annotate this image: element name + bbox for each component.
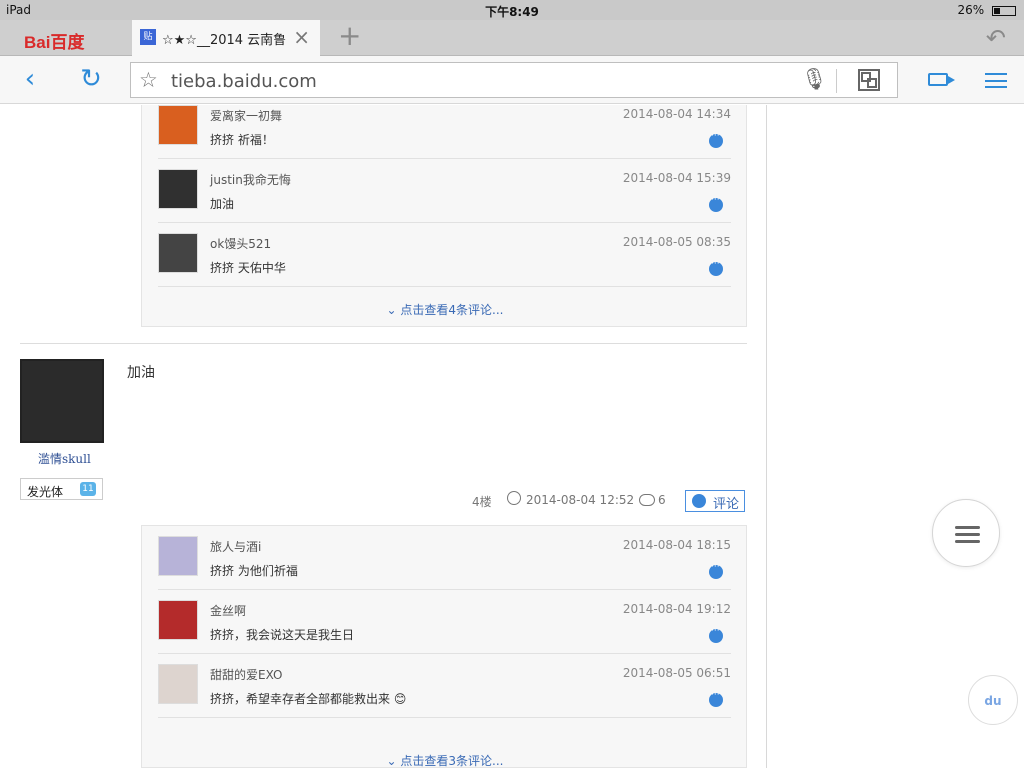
comment-button-label[interactable]: 评论: [713, 493, 739, 512]
video-camera-icon[interactable]: [928, 73, 955, 86]
menu-line-icon: [955, 540, 980, 543]
emoji-icon: 😊: [393, 692, 407, 706]
tieba-content: 爱离家一初舞 2014-08-04 14:34 挤挤 祈福！ justin我命无…: [0, 105, 1024, 768]
post-content: 加油: [127, 365, 155, 381]
comment-author[interactable]: ok馒头521: [210, 235, 271, 252]
comment-time: 2014-08-05 06:51: [622, 666, 731, 680]
post-author-avatar[interactable]: [20, 359, 104, 443]
comment-text: 挤挤，希望幸存者全部都能救出来 😊: [210, 692, 407, 706]
comment-item: 旅人与酒i 2014-08-04 18:15 挤挤 为他们祈福: [158, 526, 731, 590]
view-more-comments-link[interactable]: ⌄ 点击查看4条评论...: [142, 301, 748, 318]
comment-avatar[interactable]: [158, 600, 198, 640]
active-tab-title[interactable]: ☆★☆__2014 云南鲁: [162, 29, 292, 48]
reply-bubble-icon[interactable]: [709, 690, 723, 707]
menu-line-icon: [955, 526, 980, 529]
refresh-icon[interactable]: ↻: [76, 64, 106, 94]
level-number: 11: [80, 482, 96, 496]
battery-status: 26%: [957, 3, 1016, 17]
microphone-icon[interactable]: 🎙: [801, 67, 828, 92]
post-separator: [20, 343, 747, 344]
comment-button[interactable]: 评论: [685, 490, 745, 512]
address-divider: [836, 69, 837, 93]
url-text[interactable]: tieba.baidu.com: [171, 71, 317, 92]
comment-author[interactable]: 甜甜的爱EXO: [210, 666, 282, 683]
reply-bubble-icon[interactable]: [709, 195, 723, 212]
ios-status-bar: iPad 下午8:49 26%: [0, 0, 1024, 20]
comment-item: 甜甜的爱EXO 2014-08-05 06:51 挤挤，希望幸存者全部都能救出来…: [158, 654, 731, 718]
comment-avatar[interactable]: [158, 105, 198, 145]
chevron-down-icon: ⌄: [386, 303, 401, 317]
comment-text: 挤挤，我会说这天是我生日: [210, 628, 355, 642]
comment-avatar[interactable]: [158, 169, 198, 209]
reply-bubble-icon[interactable]: [709, 131, 723, 148]
right-column-divider: [766, 105, 767, 768]
comment-item: 金丝啊 2014-08-04 19:12 挤挤，我会说这天是我生日: [158, 590, 731, 654]
level-title: 发光体: [27, 485, 64, 499]
bottom-comment-box: 旅人与酒i 2014-08-04 18:15 挤挤 为他们祈福 金丝啊 2014…: [141, 525, 747, 768]
comment-time: 2014-08-04 14:34: [622, 107, 731, 121]
comment-text: 挤挤 为他们祈福: [210, 564, 298, 578]
comment-time: 2014-08-04 19:12: [622, 602, 731, 616]
qr-code-icon[interactable]: [858, 69, 880, 91]
battery-percent: 26%: [957, 3, 985, 17]
comment-count-icon: [639, 494, 655, 506]
comment-avatar[interactable]: [158, 536, 198, 576]
close-tab-icon[interactable]: ×: [293, 25, 310, 49]
comment-time: 2014-08-05 08:35: [622, 235, 731, 249]
clock-icon: [507, 491, 521, 505]
new-tab-plus-icon[interactable]: +: [338, 21, 361, 51]
back-gesture-icon[interactable]: ↶: [986, 24, 1006, 52]
comment-author[interactable]: justin我命无悔: [210, 171, 291, 188]
comment-item: ok馒头521 2014-08-05 08:35 挤挤 天佑中华: [158, 223, 731, 287]
back-icon[interactable]: ‹: [15, 64, 45, 94]
comment-text: 挤挤 天佑中华: [210, 261, 286, 275]
reply-bubble-icon[interactable]: [709, 626, 723, 643]
browser-menu-icon[interactable]: [985, 73, 1007, 88]
tieba-favicon-icon: 贴: [140, 29, 156, 45]
comment-author[interactable]: 旅人与酒i: [210, 538, 261, 555]
comment-avatar[interactable]: [158, 233, 198, 273]
comment-author[interactable]: 爱离家一初舞: [210, 107, 282, 124]
reply-bubble-icon[interactable]: [709, 259, 723, 276]
baidu-paw-floating-icon[interactable]: du: [968, 675, 1018, 725]
top-comment-box: 爱离家一初舞 2014-08-04 14:34 挤挤 祈福！ justin我命无…: [141, 105, 747, 327]
bookmark-star-icon[interactable]: ☆: [139, 68, 158, 92]
comment-time: 2014-08-04 18:15: [622, 538, 731, 552]
post-author-name[interactable]: 滥情skull: [38, 450, 91, 467]
address-bar[interactable]: ☆ tieba.baidu.com 🎙: [130, 62, 898, 98]
browser-navigation-bar: ‹ ↻ ☆ tieba.baidu.com 🎙: [0, 56, 1024, 104]
comment-item: 爱离家一初舞 2014-08-04 14:34 挤挤 祈福！: [158, 105, 731, 159]
baidu-logo[interactable]: Bai百度: [24, 28, 84, 53]
comment-avatar[interactable]: [158, 664, 198, 704]
comment-bubble-icon: [692, 494, 706, 508]
menu-line-icon: [955, 533, 980, 536]
baidu-logo-tab[interactable]: Bai百度: [0, 20, 130, 56]
author-level-badge: 发光体 11: [20, 478, 103, 500]
view-more-comments-link[interactable]: ⌄ 点击查看3条评论...: [142, 752, 748, 768]
comment-item: justin我命无悔 2014-08-04 15:39 加油: [158, 159, 731, 223]
comment-author[interactable]: 金丝啊: [210, 602, 246, 619]
comment-text: 挤挤 祈福！: [210, 133, 274, 147]
post-datetime: 2014-08-04 12:52: [526, 493, 635, 507]
battery-icon: [992, 5, 1016, 16]
active-tab[interactable]: 贴 ☆★☆__2014 云南鲁 ×: [132, 20, 320, 56]
browser-tab-bar: Bai百度 贴 ☆★☆__2014 云南鲁 × + ↶: [0, 20, 1024, 56]
time-label: 下午8:49: [485, 5, 539, 19]
comment-text: 加油: [210, 197, 235, 211]
reply-bubble-icon[interactable]: [709, 562, 723, 579]
floating-menu-button[interactable]: [932, 499, 1000, 567]
comment-time: 2014-08-04 15:39: [622, 171, 731, 185]
reply-count: 6: [658, 493, 666, 507]
chevron-down-icon: ⌄: [386, 754, 401, 768]
post-floor: 4楼: [472, 495, 492, 509]
